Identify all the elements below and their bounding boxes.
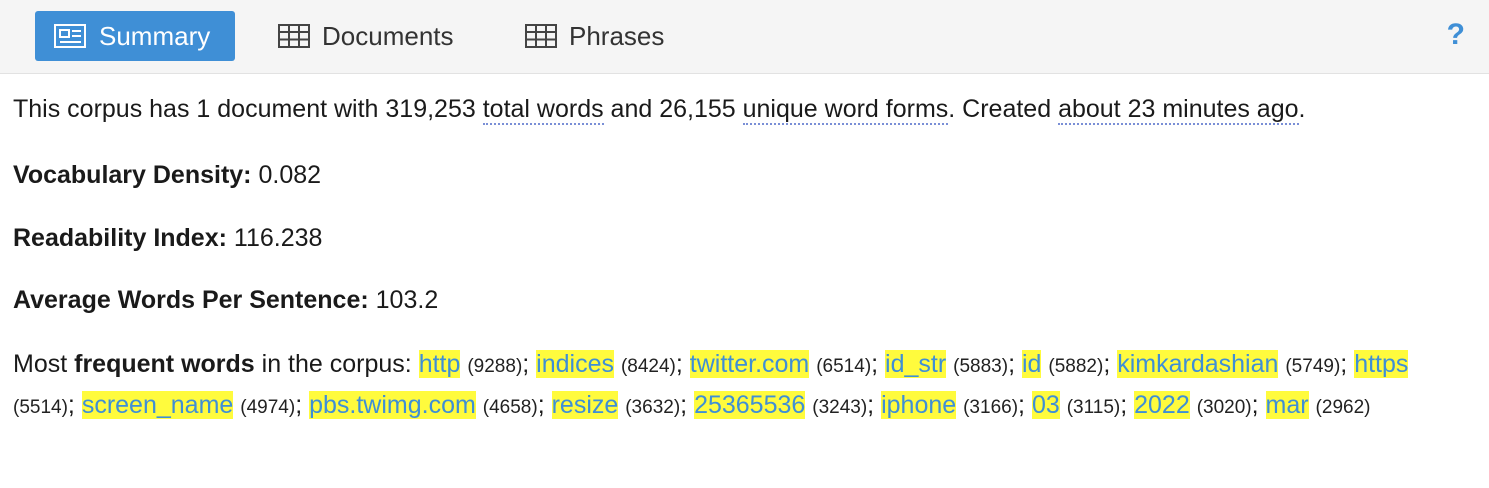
tab-summary-label: Summary [99,20,211,51]
word-count: (6514) [816,356,872,377]
word-count: (2962) [1315,397,1371,418]
average-words-per-sentence: Average Words Per Sentence: 103.2 [13,286,439,314]
tab-phrases-label: Phrases [569,20,665,51]
frequent-word-link[interactable]: id [1021,350,1042,378]
table-icon [525,24,557,48]
tab-documents[interactable]: Documents [278,11,454,61]
frequent-word-link[interactable]: id_str [885,350,947,378]
word-count: (5882) [1048,356,1104,377]
word-count: (3115) [1066,397,1121,418]
frequent-word-link[interactable]: iphone [881,391,957,419]
newspaper-icon [53,23,87,49]
word-count: (3166) [963,397,1019,418]
vocabulary-density: Vocabulary Density: 0.082 [13,161,322,189]
frequent-word-link[interactable]: screen_name [81,391,234,419]
tab-documents-label: Documents [322,20,454,51]
total-words-link[interactable]: total words [482,95,604,125]
word-count: (3243) [812,397,868,418]
frequent-word-link[interactable]: 2022 [1134,391,1190,419]
word-count: (3632) [625,397,681,418]
frequent-word-link[interactable]: http [418,350,461,378]
corpus-summary: This corpus has 1 document with 319,253 … [13,95,1306,125]
frequent-word-link[interactable]: twitter.com [689,350,810,378]
frequent-word-link[interactable]: mar [1265,391,1309,419]
frequent-word-link[interactable]: https [1354,350,1409,378]
word-count: (9288) [467,356,523,377]
frequent-word-link[interactable]: indices [536,350,614,378]
word-count: (5883) [953,356,1009,377]
frequent-words: Most frequent words in the corpus: http … [13,350,1409,419]
help-button[interactable]: ? [1447,18,1465,52]
word-count: (3020) [1196,397,1252,418]
frequent-word-link[interactable]: resize [551,391,619,419]
word-count: (4974) [240,397,296,418]
unique-words-link[interactable]: unique word forms [742,95,949,125]
tab-bar: Summary Documents Phrases ? [0,0,1489,74]
table-icon [278,24,310,48]
word-count: (4658) [482,397,538,418]
tab-summary[interactable]: Summary [35,11,235,61]
readability-index: Readability Index: 116.238 [13,224,323,252]
frequent-word-link[interactable]: kimkardashian [1117,350,1279,378]
tab-phrases[interactable]: Phrases [525,11,664,61]
created-time: about 23 minutes ago [1058,95,1299,125]
frequent-word-link[interactable]: 03 [1031,391,1060,419]
word-count: (5749) [1285,356,1341,377]
frequent-word-link[interactable]: 25365536 [694,391,806,419]
frequent-word-link[interactable]: pbs.twimg.com [309,391,476,419]
word-count: (8424) [620,356,676,377]
word-count: (5514) [13,397,68,418]
